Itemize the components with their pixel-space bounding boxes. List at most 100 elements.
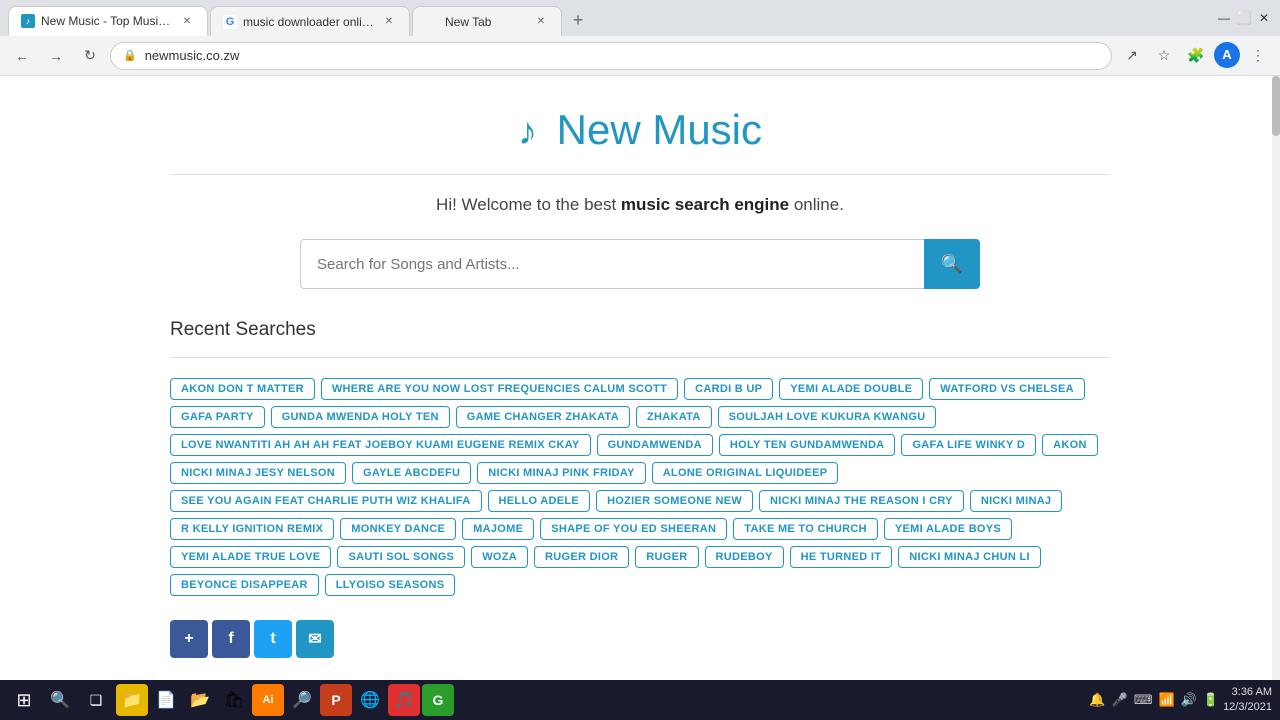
tab-3[interactable]: New Tab ✕ [412,6,562,36]
tab-2-favicon: G [223,15,237,29]
taskbar-illustrator[interactable]: Ai [252,684,284,716]
search-tag[interactable]: NICKI MINAJ [970,490,1063,512]
search-tag[interactable]: HOLY TEN GUNDAMWENDA [719,434,896,456]
search-tag[interactable]: MAJOME [462,518,534,540]
search-tag[interactable]: NICKI MINAJ CHUN LI [898,546,1041,568]
search-tag[interactable]: GUNDA MWENDA HOLY TEN [271,406,450,428]
extensions-button[interactable]: 🧩 [1182,42,1210,70]
wifi-icon[interactable]: 📶 [1159,692,1175,708]
search-tag[interactable]: WATFORD VS CHELSEA [929,378,1085,400]
search-tag[interactable]: TAKE ME TO CHURCH [733,518,878,540]
taskbar-app-green[interactable]: G [422,684,454,716]
maximize-button[interactable]: ⬜ [1236,10,1252,26]
scrollbar-thumb[interactable] [1272,76,1280,136]
search-button[interactable]: 🔍 [924,239,980,289]
search-tag[interactable]: WHERE ARE YOU NOW LOST FREQUENCIES CALUM… [321,378,678,400]
search-tag[interactable]: BEYONCE DISAPPEAR [170,574,319,596]
share-page-button[interactable]: ↗ [1118,42,1146,70]
lock-icon: 🔒 [123,49,137,62]
logo-section: ♪ New Music [170,106,1110,154]
search-tag[interactable]: YEMI ALADE BOYS [884,518,1012,540]
new-tab-button[interactable]: + [564,6,592,34]
minimize-button[interactable]: — [1216,10,1232,26]
search-tag[interactable]: YEMI ALADE DOUBLE [779,378,923,400]
refresh-button[interactable]: ↻ [76,42,104,70]
search-tag[interactable]: SHAPE OF YOU ED SHEERAN [540,518,727,540]
search-taskbar-button[interactable]: 🔍 [44,684,76,716]
menu-button[interactable]: ⋮ [1244,42,1272,70]
taskbar-powerpoint[interactable]: P [320,684,352,716]
profile-button[interactable]: A [1214,42,1240,68]
search-tag[interactable]: HOZIER SOMEONE NEW [596,490,753,512]
tab-3-close[interactable]: ✕ [533,14,549,30]
close-button[interactable]: ✕ [1256,10,1272,26]
address-bar[interactable]: 🔒 newmusic.co.zw [110,42,1112,70]
tab-strip: ♪ New Music - Top Music Search E... ✕ G … [8,0,1204,36]
scrollbar-track[interactable] [1272,76,1280,680]
welcome-bold: music search engine [621,195,789,214]
search-tag[interactable]: WOZA [471,546,528,568]
search-tag[interactable]: RUDEBOY [705,546,784,568]
facebook-button[interactable]: f [212,620,250,658]
system-tray: 🔔 🎤 ⌨ 📶 🔊 🔋 [1089,692,1219,708]
taskbar-chrome[interactable]: 🌐 [354,684,386,716]
search-tag[interactable]: SAUTI SOL SONGS [337,546,465,568]
search-tag[interactable]: YEMI ALADE TRUE LOVE [170,546,331,568]
share-plus-button[interactable]: + [170,620,208,658]
search-tag[interactable]: ZHAKATA [636,406,712,428]
search-tag[interactable]: NICKI MINAJ THE REASON I CRY [759,490,964,512]
taskbar-file-explorer[interactable]: 📁 [116,684,148,716]
taskbar-app-red[interactable]: 🎵 [388,684,420,716]
search-tag[interactable]: ALONE ORIGINAL LIQUIDEEP [652,462,839,484]
keyboard-icon[interactable]: ⌨ [1134,692,1153,708]
search-tag[interactable]: GAYLE ABCDEFU [352,462,471,484]
search-tag[interactable]: SEE YOU AGAIN FEAT CHARLIE PUTH WIZ KHAL… [170,490,482,512]
tab-1-favicon: ♪ [21,14,35,28]
search-tag[interactable]: GAFA LIFE WINKY D [901,434,1036,456]
taskbar-notepad[interactable]: 📄 [150,684,182,716]
volume-icon[interactable]: 🔊 [1181,692,1197,708]
search-tag[interactable]: GAME CHANGER ZHAKATA [456,406,630,428]
taskbar-store[interactable]: 🛍 [218,684,250,716]
tab-2-close[interactable]: ✕ [381,14,397,30]
mic-icon[interactable]: 🎤 [1112,692,1128,708]
search-tag[interactable]: CARDI B UP [684,378,773,400]
search-tag[interactable]: RUGER [635,546,698,568]
search-tag[interactable]: AKON [1042,434,1098,456]
search-tag[interactable]: HELLO ADELE [488,490,591,512]
welcome-text: Hi! Welcome to the best music search eng… [170,195,1110,215]
search-container: 🔍 [300,239,980,289]
tab-2[interactable]: G music downloader online - Goog... ✕ [210,6,410,36]
taskbar-time[interactable]: 3:36 AM 12/3/2021 [1223,685,1272,716]
taskbar-folder[interactable]: 📂 [184,684,216,716]
title-bar: ♪ New Music - Top Music Search E... ✕ G … [0,0,1280,36]
search-tag[interactable]: GAFA PARTY [170,406,265,428]
search-input[interactable] [300,239,924,289]
notification-icon[interactable]: 🔔 [1089,692,1105,708]
search-tag[interactable]: LOVE NWANTITI AH AH AH FEAT JOEBOY KUAMI… [170,434,591,456]
tab-1-close[interactable]: ✕ [179,13,195,29]
forward-button[interactable]: → [42,42,70,70]
search-tag[interactable]: MONKEY DANCE [340,518,456,540]
windows-start-button[interactable]: ⊞ [8,684,40,716]
task-view-button[interactable]: ❏ [80,684,112,716]
search-tag[interactable]: AKON DON T MATTER [170,378,315,400]
bookmark-button[interactable]: ☆ [1150,42,1178,70]
tags-container: AKON DON T MATTER WHERE ARE YOU NOW LOST … [170,378,1110,596]
back-button[interactable]: ← [8,42,36,70]
battery-icon[interactable]: 🔋 [1203,692,1219,708]
twitter-button[interactable]: t [254,620,292,658]
tab-1[interactable]: ♪ New Music - Top Music Search E... ✕ [8,6,208,36]
search-tag[interactable]: SOULJAH LOVE KUKURA KWANGU [718,406,937,428]
search-tag[interactable]: HE TURNED IT [790,546,893,568]
taskbar-search2[interactable]: 🔎 [286,684,318,716]
search-tag[interactable]: LLYOISO SEASONS [325,574,456,596]
search-tag[interactable]: NICKI MINAJ PINK FRIDAY [477,462,645,484]
search-tag[interactable]: RUGER DIOR [534,546,629,568]
email-button[interactable]: ✉ [296,620,334,658]
search-tag[interactable]: GUNDAMWENDA [597,434,713,456]
search-tag[interactable]: NICKI MINAJ JESY NELSON [170,462,346,484]
music-note-icon: ♪ [518,111,537,153]
browser-window: ♪ New Music - Top Music Search E... ✕ G … [0,0,1280,720]
search-tag[interactable]: R KELLY IGNITION REMIX [170,518,334,540]
